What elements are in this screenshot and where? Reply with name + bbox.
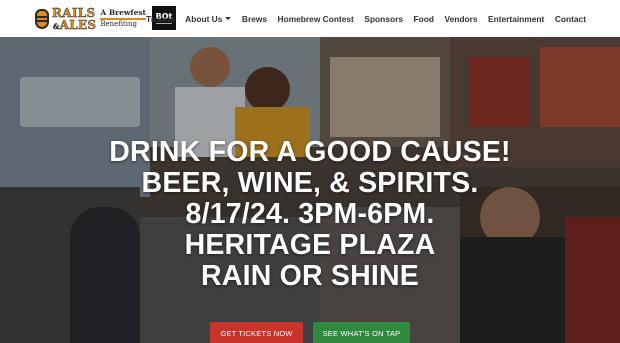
logo-tagline: A Brewfest Benefiting (100, 8, 147, 28)
logo-amp: & (53, 21, 60, 31)
hero-line-4: HERITAGE PLAZA (184, 229, 436, 261)
site-header: RAILS &ALES A Brewfest Benefiting BOt Ti… (0, 0, 620, 37)
chevron-down-icon (225, 17, 232, 20)
nav-contact[interactable]: Contact (555, 14, 586, 24)
logo-tagline-1: A Brewfest (100, 8, 147, 18)
see-whats-on-tap-button[interactable]: SEE WHAT'S ON TAP (313, 322, 410, 343)
hero-headline: DRINK FOR A GOOD CAUSE! BEER, WINE, & SP… (0, 137, 620, 292)
hero-line-2: BEER, WINE, & SPIRITS. (141, 167, 479, 199)
main-nav: Tickets About Us Brews Homebrew Contest … (146, 0, 586, 37)
nav-vendors[interactable]: Vendors (444, 14, 477, 24)
rails-ales-logo[interactable]: RAILS &ALES A Brewfest Benefiting (35, 4, 147, 33)
get-tickets-button[interactable]: GET TICKETS NOW (210, 322, 303, 343)
logo-wordmark: RAILS &ALES (52, 6, 97, 32)
barrel-icon (35, 8, 49, 29)
nav-about-us[interactable]: About Us (185, 13, 232, 24)
nav-about-us-label: About Us (185, 13, 223, 24)
nav-sponsors[interactable]: Sponsors (364, 14, 403, 24)
hero-line-1: DRINK FOR A GOOD CAUSE! (109, 136, 511, 168)
nav-entertainment[interactable]: Entertainment (488, 14, 544, 24)
logo-line2-text: ALES (59, 17, 97, 32)
hero-line-5: RAIN OR SHINE (201, 260, 419, 292)
nav-food[interactable]: Food (413, 14, 433, 24)
hero-section: DRINK FOR A GOOD CAUSE! BEER, WINE, & SP… (0, 37, 620, 343)
logo-line2: &ALES (52, 17, 97, 32)
hero-line-3: 8/17/24. 3PM-6PM. (185, 198, 435, 230)
nav-homebrew-contest[interactable]: Homebrew Contest (278, 14, 354, 24)
nav-brews[interactable]: Brews (242, 14, 267, 24)
nav-tickets[interactable]: Tickets (146, 14, 175, 24)
logo-tagline-2: Benefiting (100, 19, 138, 28)
